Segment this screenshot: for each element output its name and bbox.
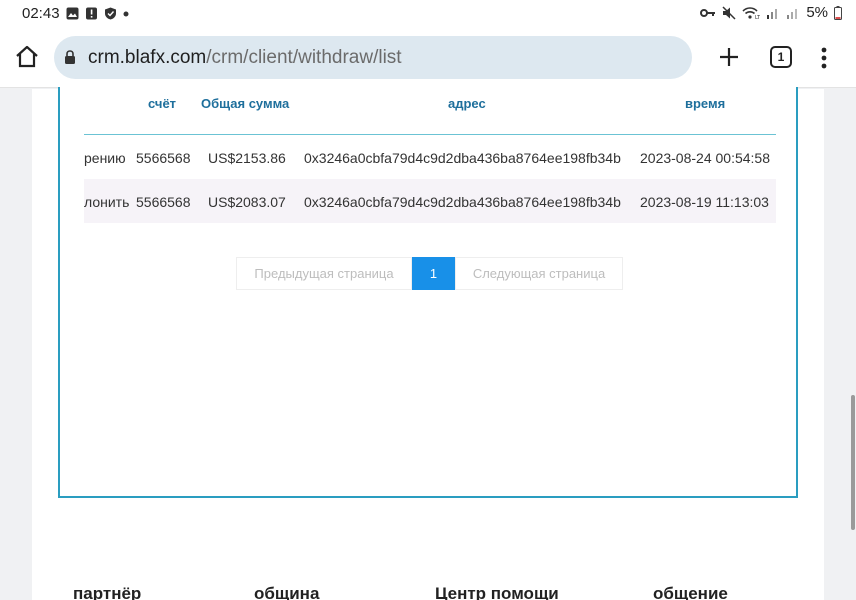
browser-toolbar: crm.blafx.com/crm/client/withdraw/list 1 <box>0 28 856 88</box>
system-indicators: LTE 5% <box>700 4 842 21</box>
header-time: время <box>685 96 726 111</box>
cell-address: 0x3246a0cbfa79d4c9d2dba436ba8764ee198fb3… <box>304 194 621 210</box>
signal-icon <box>767 8 778 19</box>
footer-link-partner[interactable]: партнёр <box>73 584 141 600</box>
alert-notification-icon <box>86 7 97 20</box>
prev-page-button[interactable]: Предыдущая страница <box>236 257 412 290</box>
cell-account: 5566568 <box>136 150 191 166</box>
notification-icons <box>66 7 129 20</box>
status-time: 02:43 <box>22 5 60 22</box>
table-row: рению 5566568 US$2153.86 0x3246a0cbfa79d… <box>84 135 776 179</box>
mute-icon <box>722 5 736 20</box>
cell-status: рению <box>84 150 126 166</box>
more-dot-icon <box>123 11 129 16</box>
footer-link-community[interactable]: община <box>254 584 319 600</box>
url-text[interactable]: crm.blafx.com/crm/client/withdraw/list <box>88 47 402 69</box>
battery-percent: 5% <box>806 4 828 21</box>
header-total: Общая сумма <box>201 96 290 111</box>
cell-time: 2023-08-24 00:54:58 <box>640 150 770 166</box>
pagination: Предыдущая страница 1 Следующая страница <box>236 257 623 290</box>
home-icon[interactable] <box>14 44 40 70</box>
url-path: /crm/client/withdraw/list <box>206 47 402 68</box>
footer-link-help-center[interactable]: Центр помощи <box>435 584 559 600</box>
table-row: лонить 5566568 US$2083.07 0x3246a0cbfa79… <box>84 179 776 223</box>
svg-text:LTE: LTE <box>755 15 760 20</box>
key-icon <box>700 8 716 17</box>
table-header: счёт Общая сумма адрес время <box>84 87 776 135</box>
cell-time: 2023-08-19 11:13:03 <box>640 194 769 210</box>
cell-status: лонить <box>84 194 130 210</box>
more-menu-icon[interactable] <box>820 46 828 70</box>
scrollbar-thumb[interactable] <box>851 395 855 530</box>
page-1-button[interactable]: 1 <box>412 257 455 290</box>
shield-notification-icon <box>105 7 116 20</box>
new-tab-icon[interactable] <box>716 44 742 70</box>
wifi-calling-icon: LTE <box>742 6 760 20</box>
address-bar[interactable]: crm.blafx.com/crm/client/withdraw/list <box>54 36 692 79</box>
cell-address: 0x3246a0cbfa79d4c9d2dba436ba8764ee198fb3… <box>304 150 621 166</box>
cell-account: 5566568 <box>136 194 191 210</box>
withdraw-list-panel: счёт Общая сумма адрес время рению 55665… <box>58 87 798 498</box>
lock-icon[interactable] <box>64 50 76 64</box>
tab-switcher-button[interactable]: 1 <box>770 46 792 68</box>
next-page-button[interactable]: Следующая страница <box>455 257 623 290</box>
status-bar: 02:43 LTE 5% <box>0 0 856 28</box>
image-notification-icon <box>66 7 79 20</box>
signal-icon-2 <box>787 8 798 19</box>
footer-link-contact[interactable]: общение <box>653 584 728 600</box>
header-address: адрес <box>448 96 486 111</box>
url-domain: crm.blafx.com <box>88 47 207 68</box>
header-account: счёт <box>148 96 177 111</box>
battery-icon <box>834 5 842 20</box>
cell-total: US$2083.07 <box>208 194 286 210</box>
page-content: счёт Общая сумма адрес время рению 55665… <box>32 87 824 600</box>
footer: партнёр община Центр помощи общение <box>32 584 824 600</box>
cell-total: US$2153.86 <box>208 150 286 166</box>
